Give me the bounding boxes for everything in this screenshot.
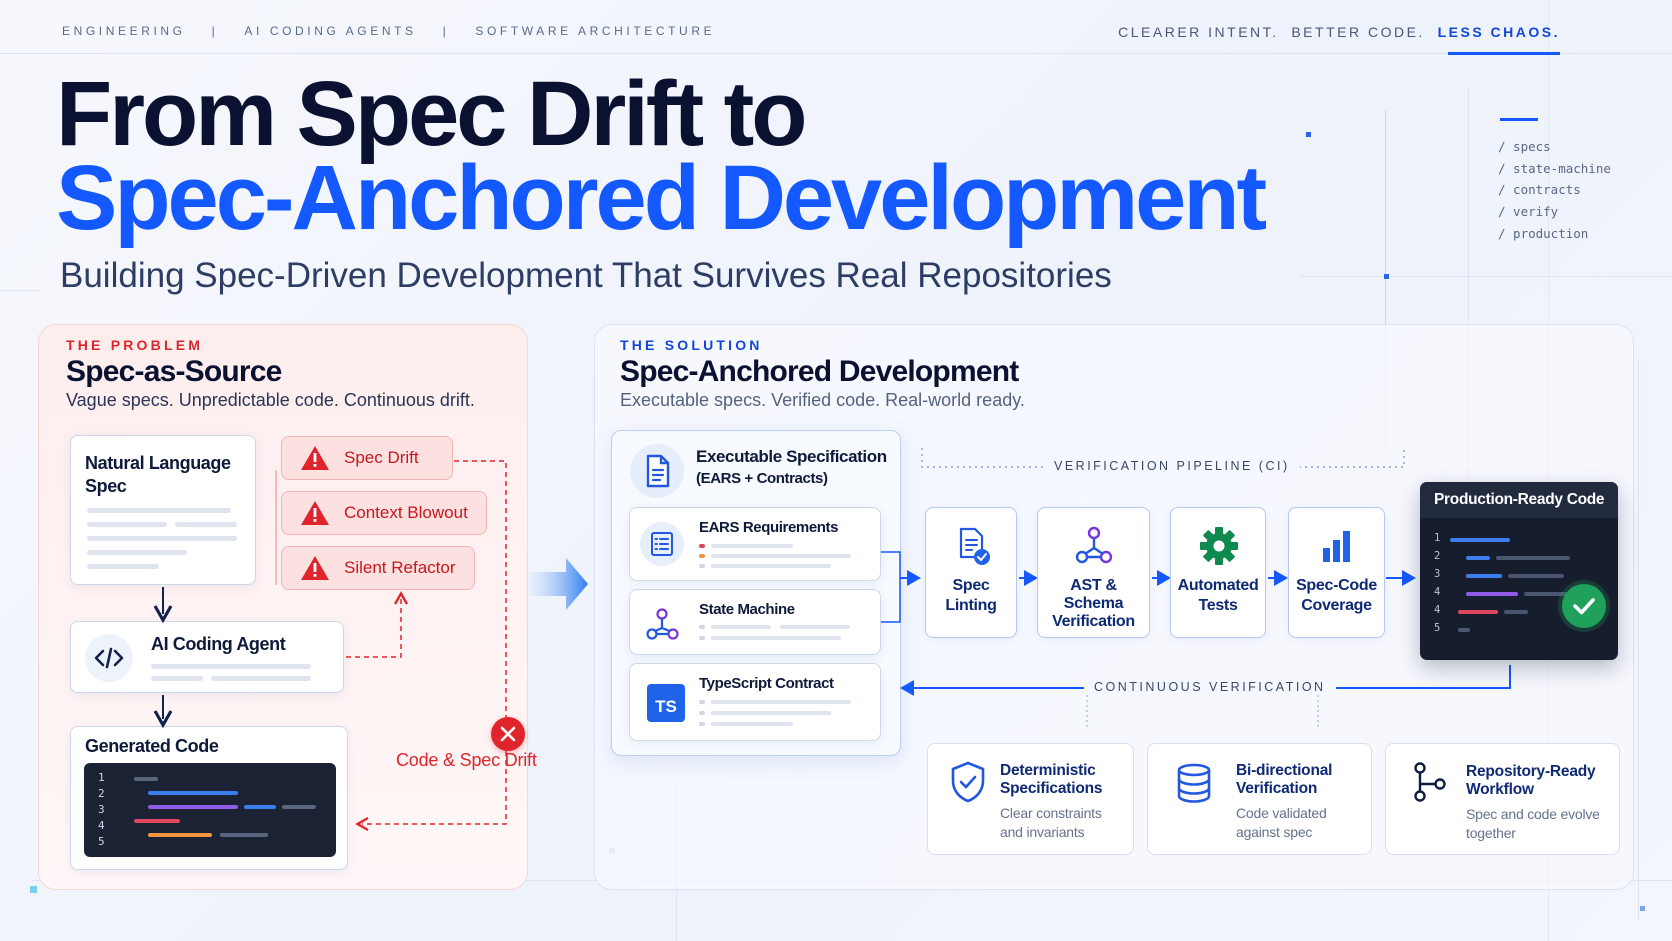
step-label: AST & [1070, 577, 1117, 594]
code-token [1466, 556, 1490, 560]
code-token [1504, 610, 1528, 614]
line-number: 2 [1434, 550, 1441, 562]
line-number: 3 [1434, 568, 1441, 580]
step-spec-code-coverage: Spec-Code Coverage [1288, 507, 1385, 638]
feature-title-line: Deterministic [1000, 762, 1096, 779]
feature-description-line: against spec [1236, 824, 1313, 840]
step-label: Automated [1177, 577, 1259, 594]
feature-description: Clear constraints and invariants [1000, 804, 1102, 842]
feature-deterministic-specifications: Deterministic Specifications Clear constr… [927, 743, 1134, 855]
line-number: 4 [1434, 604, 1441, 616]
production-ready-code-card: Production-Ready Code 1 2 3 4 4 5 [1420, 482, 1618, 660]
continuous-verification-label: CONTINUOUS VERIFICATION [1084, 680, 1336, 694]
document-check-icon [959, 527, 990, 565]
feature-title-line: Verification [1236, 780, 1318, 797]
git-branch-icon [1414, 762, 1446, 802]
code-token [1450, 538, 1510, 542]
feature-title-line: Workflow [1466, 781, 1534, 798]
database-icon [1177, 763, 1211, 803]
feature-title: Repository-Ready Workflow [1466, 763, 1596, 799]
line-number: 4 [1434, 586, 1441, 598]
code-token [1508, 574, 1564, 578]
code-token [1466, 574, 1502, 578]
feature-bidirectional-verification: Bi-directional Verification Code validate… [1147, 743, 1372, 855]
step-label: Linting [945, 597, 997, 614]
step-label: Coverage [1301, 597, 1372, 614]
feature-description-line: Spec and code evolve [1466, 806, 1600, 822]
bar-chart-icon [1323, 531, 1350, 562]
feature-description-line: Clear constraints [1000, 805, 1102, 821]
shield-check-icon [951, 761, 985, 803]
feature-description-line: together [1466, 825, 1516, 841]
feature-title-line: Bi-directional [1236, 762, 1333, 779]
step-label: Schema [1063, 595, 1124, 612]
line-number: 5 [1434, 622, 1441, 634]
feature-title: Deterministic Specifications [1000, 762, 1102, 798]
code-token [1458, 628, 1470, 632]
feature-title: Bi-directional Verification [1236, 762, 1332, 798]
check-circle-icon [1562, 584, 1606, 628]
code-token [1496, 556, 1570, 560]
feature-title-line: Specifications [1000, 780, 1103, 797]
code-token [1458, 610, 1498, 614]
code-token [1466, 592, 1518, 596]
line-number: 1 [1434, 532, 1441, 544]
step-automated-tests: Automated Tests [1170, 507, 1266, 638]
feature-description: Spec and code evolve together [1466, 805, 1600, 843]
branch-nodes-icon [1075, 526, 1113, 564]
production-ready-title: Production-Ready Code [1434, 491, 1605, 508]
step-spec-linting: Spec Linting [925, 507, 1017, 638]
step-ast-schema-verification: AST & Schema Verification [1037, 507, 1150, 638]
step-label: Spec-Code [1296, 577, 1377, 594]
step-label: Verification [1052, 613, 1135, 630]
feature-description: Code validated against spec [1236, 804, 1327, 842]
feature-title-line: Repository-Ready [1466, 763, 1596, 780]
pipeline-label: VERIFICATION PIPELINE (CI) [1044, 459, 1300, 473]
step-label: Tests [1198, 597, 1238, 614]
gear-icon [1200, 527, 1238, 565]
feature-repository-ready-workflow: Repository-Ready Workflow Spec and code e… [1385, 743, 1620, 855]
feature-description-line: Code validated [1236, 805, 1327, 821]
feature-description-line: and invariants [1000, 824, 1085, 840]
step-label: Spec [952, 577, 990, 594]
